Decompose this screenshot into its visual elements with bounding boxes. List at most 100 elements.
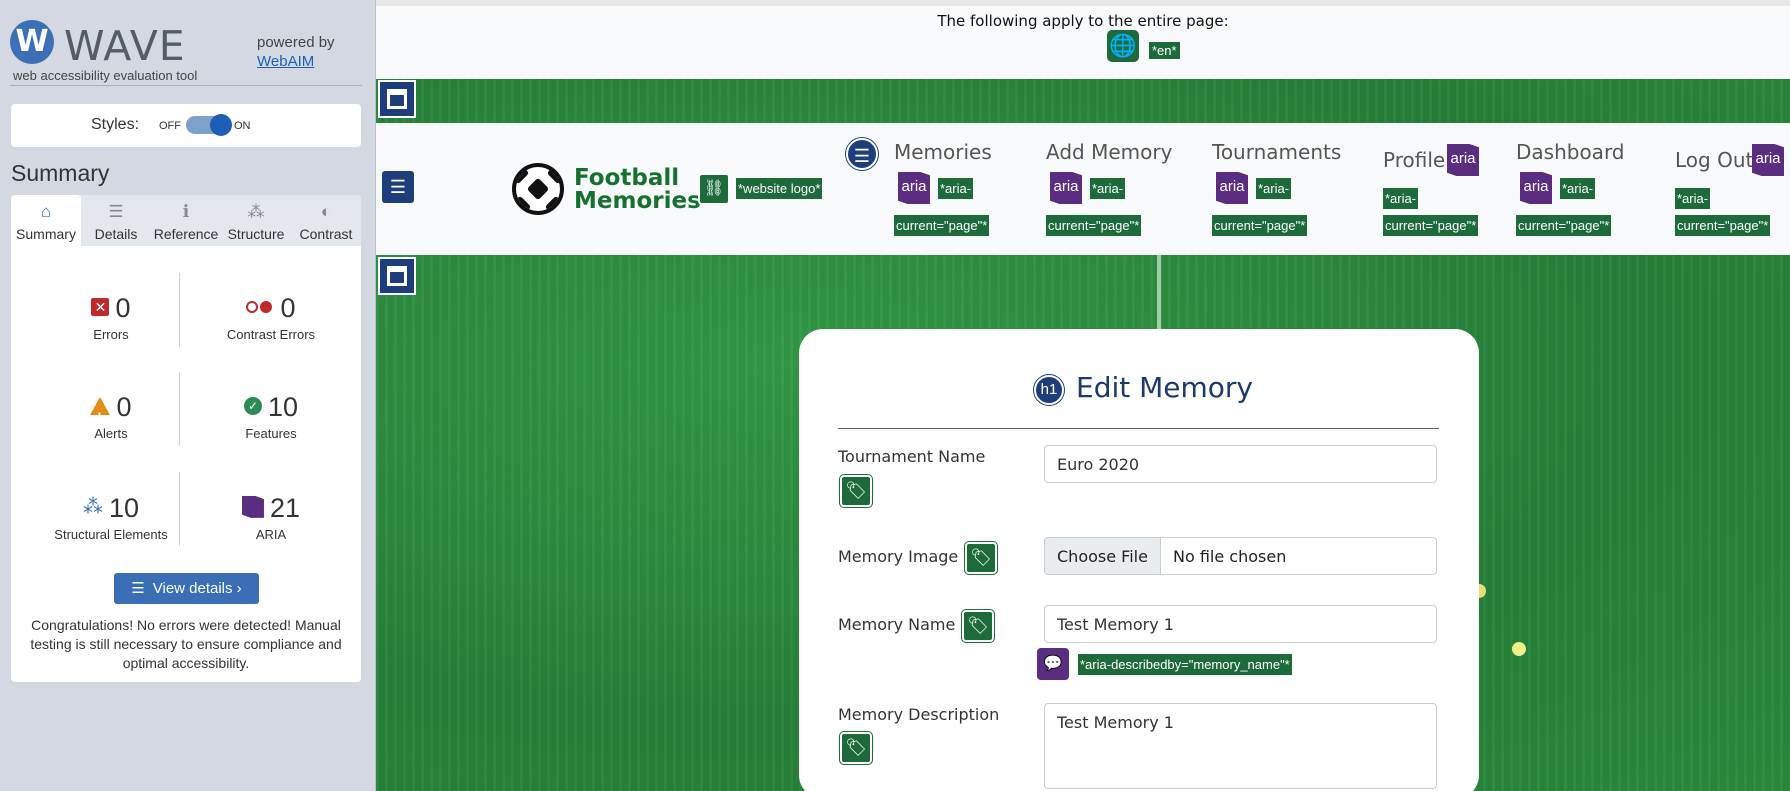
page-notice-text: The following apply to the entire page: [937,12,1229,30]
memory-name-input[interactable]: Test Memory 1 [1044,605,1437,643]
toggle-off-label: OFF [159,120,181,132]
tab-label: Contrast [299,226,353,242]
stat-contrast-errors[interactable]: 0 Contrast Errors [191,291,351,342]
view-details-button[interactable]: ☰ View details › [114,573,259,604]
tab-reference[interactable]: ℹ Reference [151,195,221,246]
stat-aria[interactable]: 21 ARIA [191,491,351,542]
alerts-count: 0 [116,392,132,422]
view-details-label: View details › [152,580,242,597]
toggle-knob [210,114,232,136]
aria-tag-line2: current="page"* [1675,215,1771,236]
stat-errors[interactable]: ✕ 0 Errors [31,291,191,342]
styles-toggle[interactable] [186,114,232,136]
memory-description-textarea[interactable]: Test Memory 1 [1044,703,1437,789]
list-icon: ☰ [131,580,145,597]
webaim-link[interactable]: WebAIM [257,53,314,70]
label-tag-icon[interactable]: 🏷 [840,475,872,507]
wave-header: W WAVE web accessibility evaluation tool… [10,18,362,86]
error-icon: ✕ [91,297,110,316]
aria-icon[interactable]: aria [1752,144,1784,176]
nav-log-out[interactable]: Log Out [1675,148,1753,172]
edit-memory-card: h1 Edit Memory Tournament Name 🏷 Euro 20… [799,329,1479,791]
structure-icon: ⁂ [82,495,103,518]
list-icon[interactable]: ☰ [846,138,878,170]
toggle-on-label: ON [234,120,251,132]
stat-structural[interactable]: ⁂ 10 Structural Elements [31,491,191,542]
aria-tag-line2: current="page"* [894,215,990,236]
navigation-icon[interactable]: ☰ [382,171,414,203]
aria-tag-line1: *aria- [938,178,974,199]
alerts-label: Alerts [94,426,128,441]
main-region-icon[interactable] [378,257,416,295]
aria-tag-line1: *aria- [1090,178,1126,199]
aria-tag-line2: current="page"* [1516,215,1612,236]
stat-alerts[interactable]: ! 0 Alerts [31,390,191,441]
aria-label: ARIA [255,527,287,542]
tab-summary[interactable]: ⌂ Summary [11,195,81,246]
tab-structure[interactable]: ⁂ Structure [221,195,291,246]
stat-features[interactable]: ✓ 10 Features [191,390,351,441]
label-tag-icon[interactable]: 🏷 [962,610,994,642]
summary-heading: Summary [11,160,110,186]
page-title: Edit Memory [1076,371,1253,404]
errors-label: Errors [93,327,129,342]
linked-image-icon[interactable]: ⛓ [698,173,730,205]
aria-icon[interactable]: aria [898,172,930,204]
tournament-name-input[interactable]: Euro 2020 [1044,445,1437,483]
player-image [1512,642,1526,656]
wave-tab-bar: ⌂ Summary ☰ Details ℹ Reference ⁂ Struct… [11,195,361,246]
contrast-errors-label: Contrast Errors [226,327,316,342]
hierarchy-icon: ⁂ [247,202,265,221]
aria-icon[interactable]: aria [1447,144,1479,176]
features-count: 10 [267,392,299,422]
football-logo-icon[interactable] [512,163,564,215]
structural-label: Structural Elements [54,527,168,542]
label-tag-icon[interactable]: 🏷 [840,732,872,764]
title-divider [838,428,1439,429]
errors-count: 0 [115,293,131,323]
page-level-notice: The following apply to the entire page: [376,0,1790,79]
h1-heading-icon[interactable]: h1 [1034,375,1064,405]
tab-label: Details [94,226,138,242]
divider [179,372,180,446]
nav-tournaments[interactable]: Tournaments [1212,140,1341,164]
aria-icon [241,495,264,518]
header-region-icon[interactable] [378,80,416,118]
structural-count: 10 [108,493,140,523]
nav-dashboard[interactable]: Dashboard [1516,140,1625,164]
contrast-errors-count: 0 [280,293,296,323]
tab-label: Summary [16,226,76,242]
brand-line-2: Memories [574,188,701,214]
tab-details[interactable]: ☰ Details [81,195,151,246]
tab-label: Structure [227,226,285,242]
tab-contrast[interactable]: ◐ Contrast [291,195,361,246]
contrast-icon: ◐ [320,202,332,221]
alert-icon: ! [90,396,111,424]
choose-file-button[interactable]: Choose File [1045,538,1161,574]
wave-logo-text: WAVE [64,22,186,70]
nav-profile[interactable]: Profile [1383,148,1445,172]
wave-tagline: web accessibility evaluation tool [13,68,198,83]
powered-by-text: powered by [257,34,335,51]
tournament-name-label: Tournament Name [838,447,986,466]
aria-icon[interactable]: aria [1050,172,1082,204]
aria-icon[interactable]: aria [1520,172,1552,204]
wave-logo-icon: W [10,20,54,64]
wave-sidebar: W WAVE web accessibility evaluation tool… [0,0,376,791]
aria-tag-line1: *aria- [1560,178,1596,199]
congrats-message: Congratulations! No errors were detected… [30,617,342,671]
aria-tag-line1: *aria- [1256,178,1292,199]
label-tag-icon[interactable]: 🏷 [965,542,997,574]
aria-tag-line2: current="page"* [1046,215,1142,236]
describedby-icon[interactable]: 💬 [1037,648,1069,680]
divider [179,472,180,546]
language-globe-icon[interactable]: 🌐 [1107,30,1139,62]
aria-tag-line1: *aria- [1675,188,1711,209]
brand-name[interactable]: Football Memories [574,167,701,213]
memory-image-file-input[interactable]: Choose File No file chosen [1044,537,1437,575]
aria-tag-line2: current="page"* [1383,215,1479,236]
aria-icon[interactable]: aria [1216,172,1248,204]
nav-add-memory[interactable]: Add Memory [1046,140,1172,164]
nav-memories[interactable]: Memories [894,140,992,164]
list-icon: ☰ [108,202,124,221]
